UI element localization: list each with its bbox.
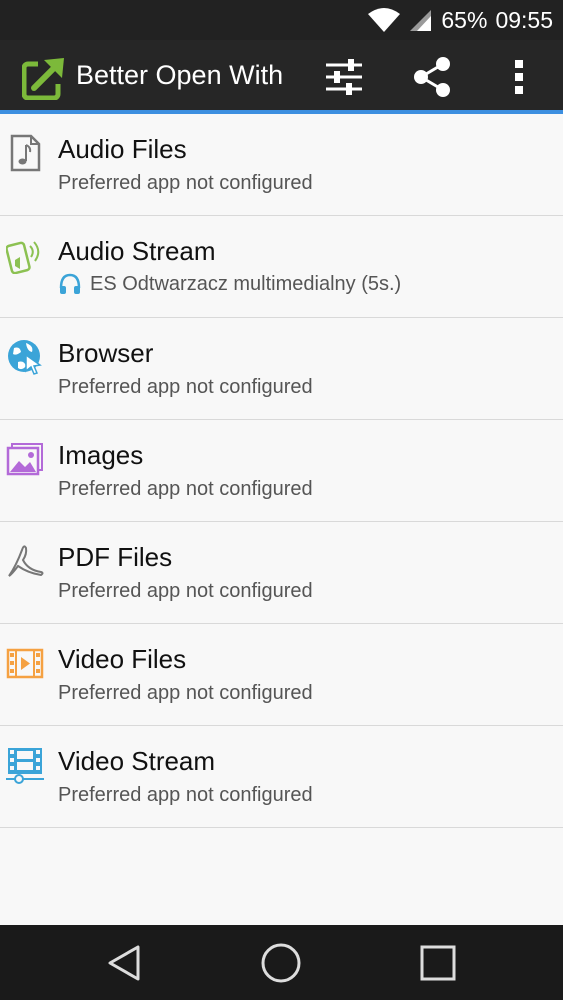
item-subtitle: Preferred app not configured: [58, 580, 313, 602]
phone-audio-icon: [6, 241, 40, 274]
image-icon: [6, 443, 43, 476]
item-subtitle: Preferred app not configured: [58, 172, 313, 194]
overflow-menu-button[interactable]: [494, 52, 544, 102]
list-item-video-stream[interactable]: Video Stream Preferred app not configure…: [0, 726, 563, 828]
item-subtitle: Preferred app not configured: [58, 478, 313, 500]
status-bar: 65% 09:55: [0, 0, 563, 40]
item-subtitle: Preferred app not configured: [58, 376, 313, 398]
item-subtitle: Preferred app not configured: [58, 682, 313, 704]
recents-button[interactable]: [412, 937, 464, 989]
list-item-pdf-files[interactable]: PDF Files Preferred app not configured: [0, 522, 563, 624]
sliders-icon: [326, 59, 362, 95]
wifi-icon: [368, 8, 401, 32]
item-title: Video Stream: [58, 746, 216, 776]
app-title: Better Open With: [76, 60, 284, 90]
status-icons: 65% 09:55: [367, 0, 553, 40]
film-stream-icon: [6, 748, 44, 784]
globe-cursor-icon: [8, 340, 42, 375]
clock: 09:55: [495, 6, 553, 33]
share-button[interactable]: [407, 52, 457, 102]
item-subtitle: ES Odtwarzacz multimedialny (5s.): [90, 272, 402, 295]
list-item-audio-stream[interactable]: Audio Stream ES Odtwarzacz multimedialny…: [0, 216, 563, 318]
item-title: Video Files: [58, 644, 187, 674]
recents-icon: [420, 945, 456, 981]
settings-button[interactable]: [319, 52, 369, 102]
home-button[interactable]: [255, 937, 307, 989]
more-vert-icon: [515, 60, 523, 94]
item-subtitle: Preferred app not configured: [58, 784, 313, 806]
item-title: Audio Files: [58, 134, 187, 164]
battery-level: 65%: [441, 6, 488, 33]
list-item-audio-files[interactable]: Audio Files Preferred app not configured: [0, 114, 563, 216]
share-icon: [414, 57, 450, 97]
list-item-browser[interactable]: Browser Preferred app not configured: [0, 318, 563, 420]
back-icon: [108, 945, 140, 981]
music-file-icon: [10, 134, 41, 172]
item-subtitle-row: ES Odtwarzacz multimedialny (5s.): [58, 272, 401, 296]
item-title: Browser: [58, 338, 154, 368]
list-item-video-files[interactable]: Video Files Preferred app not configured: [0, 624, 563, 726]
file-type-list: Audio Files Preferred app not configured…: [0, 114, 563, 828]
item-title: Audio Stream: [58, 236, 216, 266]
pdf-icon: [8, 545, 44, 577]
app-logo-icon: [22, 54, 68, 100]
back-button[interactable]: [98, 937, 150, 989]
list-item-images[interactable]: Images Preferred app not configured: [0, 420, 563, 522]
headphones-icon: [59, 273, 81, 294]
home-icon: [261, 943, 301, 983]
item-title: PDF Files: [58, 542, 173, 572]
item-title: Images: [58, 440, 144, 470]
film-icon: [6, 648, 44, 679]
signal-icon: [410, 10, 432, 31]
